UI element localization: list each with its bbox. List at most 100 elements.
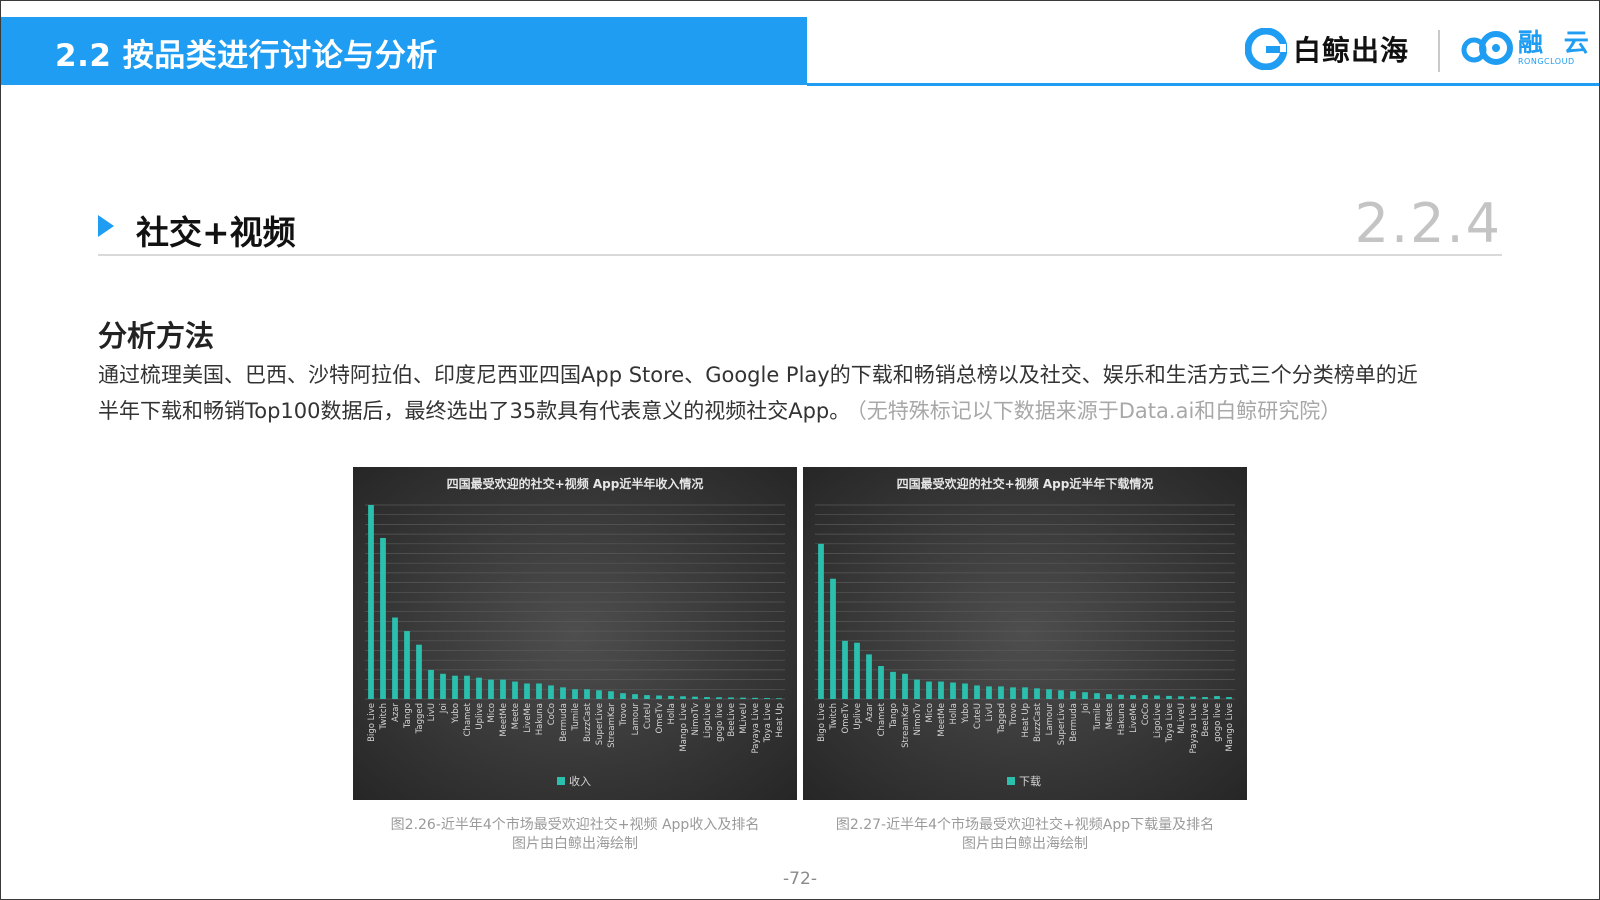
category-label: Tango — [889, 703, 899, 729]
bar — [974, 685, 980, 699]
bar — [818, 543, 824, 699]
category-label: LivU — [427, 703, 437, 721]
bar — [878, 666, 884, 699]
category-label: CoCo — [1141, 703, 1151, 725]
bar — [572, 689, 578, 699]
category-label: SuperLive — [1057, 703, 1067, 745]
category-label: Bigo Live — [817, 703, 827, 742]
section-triangle-icon — [98, 215, 114, 237]
bar — [1106, 694, 1112, 699]
revenue-chart-svg: 四国最受欢迎的社交+视频 App近半年收入情况 Bigo Live Twitch Az… — [365, 476, 785, 788]
chart-title: 四国最受欢迎的社交+视频 App近半年下载情况 — [897, 476, 1154, 491]
caption-revenue-line-2: 图片由白鲸出海绘制 — [512, 836, 638, 852]
bar — [404, 631, 410, 699]
category-label: Heat Up — [1021, 703, 1031, 737]
category-label: Yubo — [961, 703, 971, 724]
bar — [1226, 697, 1232, 699]
bar — [704, 697, 710, 699]
method-line-2: 半年下载和畅销Top100数据后，最终选出了35款具有代表意义的视频社交App。 — [98, 399, 851, 423]
bar — [500, 679, 506, 699]
bar — [986, 686, 992, 699]
logo-rongcloud-cn: 融 云 — [1518, 28, 1595, 57]
method-line-1: 通过梳理美国、巴西、沙特阿拉伯、印度尼西亚四国App Store、Google … — [98, 363, 1418, 387]
category-label: Joi — [1081, 703, 1091, 714]
category-label: Lamour — [1045, 703, 1055, 736]
category-label: StreamKar — [901, 703, 911, 748]
category-label: Mango Live — [1225, 703, 1235, 752]
bar — [1190, 696, 1196, 699]
bar — [380, 537, 386, 699]
category-label: LivU — [985, 703, 995, 721]
category-label: Mango Live — [679, 703, 689, 752]
category-label: OmeTv — [655, 703, 665, 733]
bar — [842, 640, 848, 699]
category-label: Tagged — [997, 703, 1007, 734]
category-label: Chamet — [877, 702, 887, 736]
bar — [536, 683, 542, 699]
category-label: MLiveU — [739, 703, 749, 734]
bar — [608, 691, 614, 699]
bar — [1154, 695, 1160, 699]
category-label: SuperLive — [595, 703, 605, 745]
section-title: 社交+视频 — [136, 213, 296, 252]
bar — [926, 681, 932, 699]
bar — [560, 687, 566, 699]
legend-label: 下载 — [1019, 775, 1041, 788]
category-label: Bermuda — [559, 703, 569, 742]
bar — [902, 673, 908, 699]
logo-baijing-text: 白鲸出海 — [1293, 34, 1410, 67]
category-label: CuteU — [643, 703, 653, 729]
bar — [1142, 695, 1148, 699]
category-label: Heat Up — [775, 703, 785, 737]
category-label: Joi — [439, 703, 449, 714]
bar — [680, 696, 686, 699]
bar — [1178, 696, 1184, 699]
caption-downloads: 图2.27-近半年4个市场最受欢迎社交+视频App下载量及排名 图片由白鲸出海绘… — [803, 816, 1247, 854]
downloads-chart-svg: 四国最受欢迎的社交+视频 App近半年下载情况 Bigo Live Twitch Om… — [815, 476, 1235, 788]
bar — [476, 677, 482, 699]
bar — [692, 696, 698, 699]
whale-logo-icon — [1245, 28, 1287, 70]
bar — [596, 690, 602, 699]
category-label: Tagged — [415, 703, 425, 734]
category-label: Holla — [949, 703, 959, 725]
category-label: Yubo — [451, 703, 461, 724]
legend-swatch — [1007, 777, 1015, 785]
logo-rongcloud-en: RONGCLOUD — [1518, 57, 1575, 66]
header-title: 2.2 按品类进行讨论与分析 — [55, 38, 438, 74]
category-label: CuteU — [973, 703, 983, 729]
caption-revenue: 图2.26-近半年4个市场最受欢迎社交+视频 App收入及排名 图片由白鲸出海绘… — [353, 816, 797, 854]
method-title: 分析方法 — [98, 319, 215, 353]
bar — [1070, 691, 1076, 699]
category-label: LiveMe — [523, 703, 533, 733]
bar — [548, 685, 554, 699]
bar — [512, 681, 518, 699]
bar — [1034, 688, 1040, 699]
category-label: gogo live — [1213, 703, 1223, 742]
category-label: StreamKar — [607, 703, 617, 748]
caption-revenue-line-1: 图2.26-近半年4个市场最受欢迎社交+视频 App收入及排名 — [390, 817, 760, 833]
bar — [728, 697, 734, 699]
bar — [1118, 694, 1124, 699]
bar — [1166, 695, 1172, 699]
category-label: LigoLive — [703, 703, 713, 738]
bar — [584, 689, 590, 699]
category-label: BuzzCast — [1033, 702, 1043, 742]
page-number: -72- — [783, 869, 817, 889]
bar — [1094, 693, 1100, 699]
downloads-chart: 四国最受欢迎的社交+视频 App近半年下载情况 Bigo Live Twitch Om… — [803, 467, 1247, 800]
category-label: Meete — [511, 703, 521, 729]
category-label: Azar — [865, 702, 875, 721]
category-label: Trovo — [619, 703, 629, 727]
category-label: BeeLive — [727, 703, 737, 737]
caption-downloads-line-2: 图片由白鲸出海绘制 — [962, 836, 1088, 852]
bar — [368, 505, 374, 699]
bar — [488, 679, 494, 699]
category-label: MeetMe — [937, 703, 947, 737]
bar — [890, 671, 896, 699]
bar — [1022, 687, 1028, 699]
category-label: Hakuna — [535, 703, 545, 735]
category-label: Payaya Live — [1189, 703, 1199, 754]
bar — [1214, 696, 1220, 699]
category-label: CoCo — [547, 703, 557, 725]
